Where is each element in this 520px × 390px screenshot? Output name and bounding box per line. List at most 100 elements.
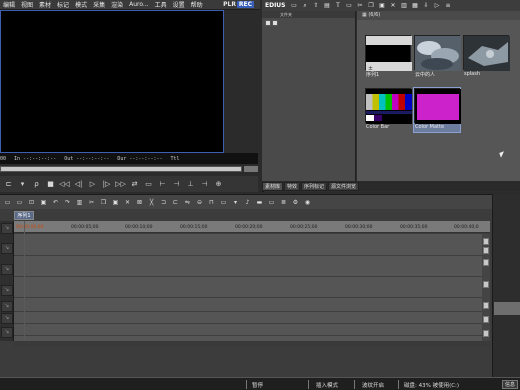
play-clip-icon[interactable]: ▷ <box>433 2 442 10</box>
set-in-icon[interactable]: ⊏ <box>3 179 14 190</box>
search-icon[interactable]: ⌕ <box>301 2 310 10</box>
new-sequence-icon[interactable]: ▭ <box>15 198 24 207</box>
rec-button[interactable]: REC <box>236 1 254 8</box>
mic-icon[interactable]: ♪ <box>243 198 252 207</box>
scroll-button[interactable] <box>483 281 489 288</box>
folder-tree[interactable]: 文件夹 <box>262 11 356 181</box>
step-back-icon[interactable]: ◁| <box>73 179 84 190</box>
menu-help[interactable]: 帮助 <box>188 0 206 9</box>
marker-icon[interactable]: ▾ <box>231 198 240 207</box>
sync-lock-icon[interactable]: ⊖ <box>195 198 204 207</box>
rewind-icon[interactable]: ◁◁ <box>59 179 70 190</box>
track-toggle-icon[interactable]: ↘ <box>1 285 13 296</box>
tab-sequence-markers[interactable]: 序列标记 <box>301 182 328 191</box>
tab-effects[interactable]: 特效 <box>284 182 301 191</box>
trim-icon[interactable]: ⊥ <box>185 179 196 190</box>
sync-icon[interactable]: ⊕ <box>213 179 224 190</box>
step-forward-icon[interactable]: |▷ <box>101 179 112 190</box>
folder-tree-root[interactable] <box>265 20 278 26</box>
info-button[interactable]: 信息 <box>501 380 518 389</box>
stop-icon[interactable]: ■ <box>45 179 56 190</box>
tab-bin[interactable]: 素材库 <box>262 182 284 191</box>
save-icon[interactable]: ▣ <box>39 198 48 207</box>
monitor-icon[interactable]: ▭ <box>143 179 154 190</box>
cut-icon[interactable]: ✂ <box>87 198 96 207</box>
copy-icon[interactable]: ❐ <box>99 198 108 207</box>
render-icon[interactable]: ▬ <box>255 198 264 207</box>
clip-clouds[interactable]: 云中的人 <box>414 35 461 79</box>
ripple-delete-icon[interactable]: ⊠ <box>135 198 144 207</box>
track-toggle-icon[interactable]: ↘ <box>1 301 13 312</box>
side-panel-slot[interactable] <box>494 302 520 315</box>
clip-color-bar[interactable]: Color Bar <box>365 88 412 132</box>
preview-scrub-bar[interactable] <box>0 166 242 172</box>
scroll-button[interactable] <box>483 330 489 337</box>
track-toggle-icon[interactable]: ↘ <box>1 243 13 254</box>
ripple-mode-icon[interactable]: ⇋ <box>183 198 192 207</box>
clip-bin[interactable]: ▦ (6/6) ± 序列1 云中的人 splash Color Bar Colo… <box>357 11 520 181</box>
options-icon[interactable]: ≡ <box>444 2 453 10</box>
open-icon[interactable]: ⊡ <box>27 198 36 207</box>
insert-icon[interactable]: ⊢ <box>157 179 168 190</box>
menu-auro[interactable]: Auro... <box>126 1 152 8</box>
redo-icon[interactable]: ↷ <box>63 198 72 207</box>
menu-render[interactable]: 渲染 <box>108 0 126 9</box>
snap-icon[interactable]: ⊓ <box>207 198 216 207</box>
tab-source-browser[interactable]: 源文件浏览 <box>328 182 360 191</box>
expand-icon[interactable] <box>265 20 271 26</box>
timeline-tracks[interactable] <box>14 234 482 341</box>
zoom-icon[interactable]: ▭ <box>267 198 276 207</box>
paste-icon[interactable]: ▣ <box>378 2 387 10</box>
menu-clip[interactable]: 素材 <box>36 0 54 9</box>
loop-icon[interactable]: ⇄ <box>129 179 140 190</box>
cut-icon[interactable]: ✂ <box>356 2 365 10</box>
clip-color-matte[interactable]: Color Matte <box>413 87 461 133</box>
scroll-button[interactable] <box>483 302 489 309</box>
scroll-button[interactable] <box>483 247 489 254</box>
clip-sequence[interactable]: ± 序列1 <box>365 35 412 79</box>
delete-icon[interactable]: ✕ <box>389 2 398 10</box>
menu-settings[interactable]: 设置 <box>170 0 188 9</box>
timeline-playhead[interactable] <box>24 221 25 341</box>
overwrite-mode-icon[interactable]: ⊏ <box>171 198 180 207</box>
marker-icon[interactable]: ⊣ <box>199 179 210 190</box>
text-icon[interactable]: T <box>334 2 343 10</box>
view-icon[interactable]: ▤ <box>323 2 332 10</box>
menu-view[interactable]: 视图 <box>18 0 36 9</box>
track-toggle-icon[interactable]: ↘ <box>1 327 13 338</box>
play-icon[interactable]: ▷ <box>87 179 98 190</box>
copy-icon[interactable]: ❐ <box>367 2 376 10</box>
track-toggle-icon[interactable]: ↘ <box>1 264 13 275</box>
tab-sequence[interactable]: 序列1 <box>14 211 34 220</box>
fast-forward-icon[interactable]: ▷▷ <box>115 179 126 190</box>
mode-icon[interactable]: ▥ <box>75 198 84 207</box>
group-icon[interactable]: ▭ <box>219 198 228 207</box>
menu-marker[interactable]: 标记 <box>54 0 72 9</box>
list-icon[interactable]: ≣ <box>279 198 288 207</box>
folder-icon[interactable]: ▭ <box>290 2 299 10</box>
settings-icon[interactable]: ⚙ <box>291 198 300 207</box>
menu-mode[interactable]: 模式 <box>72 0 90 9</box>
clip-splash[interactable]: splash <box>463 35 510 79</box>
set-out-icon[interactable]: ▾ <box>17 179 28 190</box>
menu-edit[interactable]: 编辑 <box>0 0 18 9</box>
menu-capture[interactable]: 采集 <box>90 0 108 9</box>
track-toggle-icon[interactable]: ↘ <box>1 313 13 324</box>
paste-icon[interactable]: ▣ <box>111 198 120 207</box>
scroll-button[interactable] <box>483 259 489 266</box>
plr-button[interactable]: PLR <box>223 1 236 8</box>
add-cut-icon[interactable]: ╳ <box>147 198 156 207</box>
menu-tools[interactable]: 工具 <box>152 0 170 9</box>
scroll-button[interactable] <box>483 238 489 245</box>
set-mark-icon[interactable]: ρ <box>31 179 42 190</box>
root-folder-icon[interactable] <box>272 20 278 26</box>
undo-icon[interactable]: ↶ <box>51 198 60 207</box>
delete-icon[interactable]: ✕ <box>123 198 132 207</box>
preview-monitor[interactable] <box>0 10 224 153</box>
track-toggle-icon[interactable]: ↘ <box>1 223 13 234</box>
properties-icon[interactable]: ▥ <box>400 2 409 10</box>
details-icon[interactable]: ▦ <box>411 2 420 10</box>
new-clip-icon[interactable]: ▭ <box>345 2 354 10</box>
timeline-ruler[interactable]: 00:00:00;00 00:00:05;00 00:00:10;00 00:0… <box>14 221 490 233</box>
add-timeline-icon[interactable]: ⇩ <box>422 2 431 10</box>
